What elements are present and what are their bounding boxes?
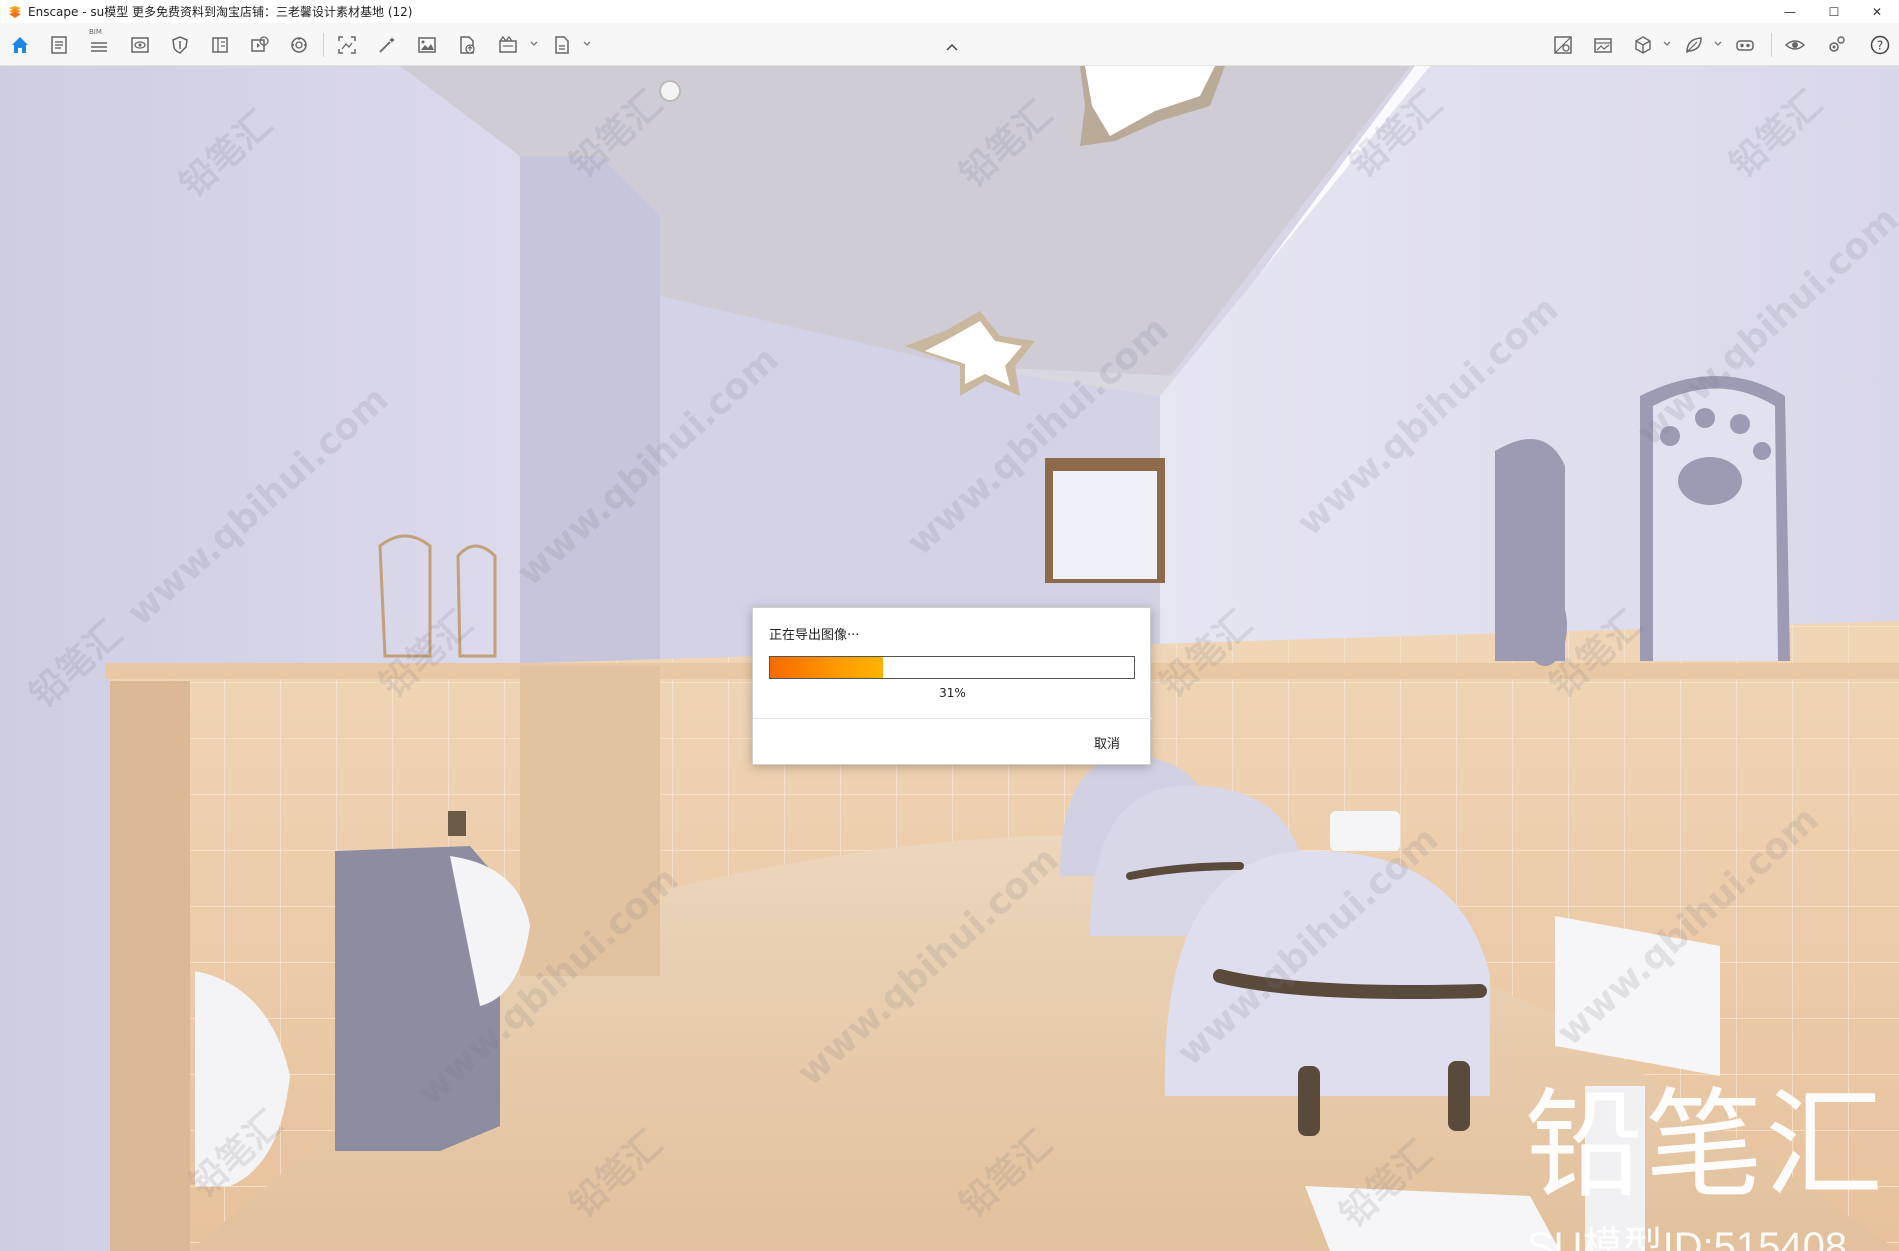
vr-headset-icon bbox=[1736, 40, 1754, 51]
leaf-button[interactable] bbox=[1681, 32, 1707, 58]
library-icon bbox=[212, 37, 228, 53]
bim-icon bbox=[91, 42, 107, 52]
image-gallery-icon bbox=[1594, 38, 1612, 53]
eye-view-button[interactable] bbox=[127, 32, 153, 58]
home-icon bbox=[12, 37, 28, 53]
image-button[interactable] bbox=[414, 32, 440, 58]
toolbar-separator bbox=[323, 33, 324, 57]
shield-icon bbox=[172, 36, 188, 54]
exe-export-icon bbox=[555, 36, 569, 54]
svg-text:?: ? bbox=[1877, 39, 1883, 53]
settings-button[interactable] bbox=[1823, 32, 1849, 58]
panorama-icon bbox=[291, 37, 307, 53]
dialog-title: 正在导出图像··· bbox=[769, 628, 860, 643]
screenshot-button[interactable] bbox=[334, 32, 360, 58]
toolbar: BIM ? bbox=[0, 23, 1899, 66]
enscape-logo-icon bbox=[9, 5, 21, 18]
eye-icon bbox=[1784, 40, 1806, 50]
upload-file-icon bbox=[460, 36, 475, 54]
asset-library-button[interactable] bbox=[1550, 32, 1576, 58]
render-viewport[interactable]: www.qbihui.com www.qbihui.com www.qbihui… bbox=[0, 66, 1899, 1251]
brand-watermark: 铅笔汇 bbox=[1525, 1076, 1886, 1214]
batch-render-button[interactable] bbox=[495, 32, 521, 58]
collapse-toolbar-icon[interactable] bbox=[944, 42, 960, 54]
batch-render-icon bbox=[499, 35, 517, 53]
magic-wand-icon bbox=[379, 37, 395, 53]
toolbar-separator bbox=[1771, 33, 1772, 57]
vr-headset-button[interactable] bbox=[1732, 32, 1758, 58]
cube-view-icon bbox=[1635, 36, 1651, 54]
document-button[interactable] bbox=[46, 32, 72, 58]
video-editor-icon bbox=[251, 36, 269, 52]
chevron-down-icon[interactable] bbox=[1662, 39, 1672, 49]
image-gallery-button[interactable] bbox=[1590, 32, 1616, 58]
image-icon bbox=[418, 37, 436, 53]
eye-view-icon bbox=[131, 37, 149, 53]
magic-wand-button[interactable] bbox=[374, 32, 400, 58]
help-button[interactable]: ? bbox=[1867, 32, 1893, 58]
chevron-down-icon[interactable] bbox=[582, 39, 592, 49]
maximize-button[interactable]: ☐ bbox=[1812, 0, 1856, 23]
dialog-divider bbox=[753, 718, 1152, 719]
cube-view-button[interactable] bbox=[1630, 32, 1656, 58]
eye-button[interactable] bbox=[1782, 32, 1808, 58]
close-icon: ✕ bbox=[1871, 4, 1883, 19]
close-button[interactable]: ✕ bbox=[1855, 0, 1899, 23]
document-icon bbox=[51, 36, 67, 54]
progress-bar bbox=[769, 656, 1135, 679]
model-id-watermark: SU模型ID:515408 bbox=[1527, 1225, 1848, 1251]
window-title: Enscape - su模型 更多免费资料到淘宝店铺：三老馨设计素材基地 (12… bbox=[28, 5, 413, 19]
progress-percent-label: 31% bbox=[939, 686, 966, 700]
maximize-icon: ☐ bbox=[1828, 4, 1840, 19]
home-button[interactable] bbox=[7, 32, 33, 58]
screenshot-icon bbox=[338, 36, 356, 54]
bim-label: BIM bbox=[89, 28, 102, 36]
cancel-button[interactable]: 取消 bbox=[1094, 733, 1120, 752]
upload-file-button[interactable] bbox=[454, 32, 480, 58]
exe-export-button[interactable] bbox=[549, 32, 575, 58]
chevron-down-icon[interactable] bbox=[529, 39, 539, 49]
video-editor-button[interactable] bbox=[247, 32, 273, 58]
progress-bar-fill bbox=[770, 657, 883, 678]
shield-button[interactable] bbox=[167, 32, 193, 58]
export-progress-dialog: 正在导出图像··· 31% 取消 bbox=[752, 607, 1152, 765]
title-bar: Enscape - su模型 更多免费资料到淘宝店铺：三老馨设计素材基地 (12… bbox=[0, 0, 1899, 23]
bim-button[interactable]: BIM bbox=[86, 28, 112, 58]
chevron-down-icon[interactable] bbox=[1713, 39, 1723, 49]
help-icon: ? bbox=[1870, 35, 1890, 55]
library-button[interactable] bbox=[207, 32, 233, 58]
panorama-button[interactable] bbox=[286, 32, 312, 58]
asset-library-icon bbox=[1554, 36, 1572, 54]
minimize-button[interactable]: — bbox=[1768, 0, 1812, 23]
leaf-icon bbox=[1686, 37, 1702, 54]
minimize-icon: — bbox=[1784, 4, 1796, 19]
settings-icon bbox=[1829, 36, 1845, 52]
